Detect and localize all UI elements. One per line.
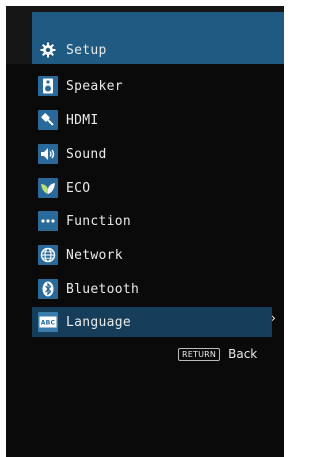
abc-icon: ABC xyxy=(38,312,58,332)
menu-item-network[interactable]: Network xyxy=(32,240,123,270)
setup-menu-screen: Setup Speaker HDMI Sound ECO Function Ne… xyxy=(6,6,284,457)
menu-item-sound[interactable]: Sound xyxy=(32,139,107,169)
return-key-badge: RETURN xyxy=(178,347,221,361)
menu-item-bluetooth[interactable]: Bluetooth xyxy=(32,274,139,304)
menu-item-label: Sound xyxy=(66,146,107,162)
dots-icon xyxy=(38,211,58,231)
bluetooth-icon xyxy=(38,279,58,299)
menu-item-setup[interactable]: Setup xyxy=(32,35,107,65)
menu-item-label: Setup xyxy=(66,42,107,58)
menu-item-label: Network xyxy=(66,247,123,263)
menu-item-language[interactable]: ABC Language xyxy=(32,307,272,337)
globe-icon xyxy=(38,245,58,265)
gear-icon xyxy=(38,40,58,60)
svg-text:ABC: ABC xyxy=(41,320,56,327)
menu-item-hdmi[interactable]: HDMI xyxy=(32,105,99,135)
speaker-icon xyxy=(38,76,58,96)
menu-item-speaker[interactable]: Speaker xyxy=(32,71,123,101)
menu-item-label: Language xyxy=(66,314,132,330)
sound-icon xyxy=(38,144,58,164)
leaf-icon xyxy=(38,178,58,198)
menu-item-label: HDMI xyxy=(66,112,99,128)
menu-item-label: Function xyxy=(66,213,132,229)
back-button[interactable]: Back xyxy=(228,347,257,361)
menu-item-label: Bluetooth xyxy=(66,281,140,297)
menu-item-function[interactable]: Function xyxy=(32,206,131,236)
chevron-right-icon: › xyxy=(271,311,276,325)
footer: RETURN Back xyxy=(178,347,257,361)
menu-item-label: ECO xyxy=(66,180,91,196)
menu-item-eco[interactable]: ECO xyxy=(32,173,90,203)
hdmi-plug-icon xyxy=(38,110,58,130)
menu-item-label: Speaker xyxy=(66,78,123,94)
